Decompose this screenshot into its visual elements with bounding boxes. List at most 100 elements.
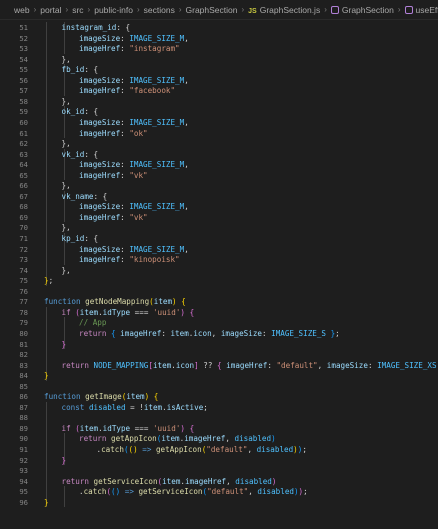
code-line[interactable]: 54},	[0, 54, 438, 65]
breadcrumb-item-symbol[interactable]: GraphSection	[330, 5, 394, 15]
code-line[interactable]: 51 instagram_id: {	[0, 22, 438, 33]
line-number: 78	[19, 307, 28, 317]
code-line[interactable]: 56 imageSize: IMAGE_SIZE_M,	[0, 75, 438, 86]
code-line[interactable]: 60 imageSize: IMAGE_SIZE_M,	[0, 117, 438, 128]
code-text: imageHref: "kinopoisk"	[44, 254, 180, 265]
code-line[interactable]: 90 return getAppIcon(item.imageHref, disa…	[0, 433, 438, 444]
code-line[interactable]: 66},	[0, 180, 438, 191]
code-token: item	[79, 307, 99, 317]
code-line[interactable]: 52 imageSize: IMAGE_SIZE_M,	[0, 33, 438, 44]
code-token: : {	[93, 191, 108, 201]
code-line[interactable]: 80 return { imageHref: item.icon, imageSi…	[0, 328, 438, 339]
code-line[interactable]: 57 imageHref: "facebook"	[0, 85, 438, 96]
code-line[interactable]: 55 fb_id: {	[0, 64, 438, 75]
line-number: 73	[19, 255, 28, 265]
code-line[interactable]: 53 imageHref: "instagram"	[0, 43, 438, 54]
code-line[interactable]: 92}	[0, 455, 438, 466]
code-line[interactable]: 93	[0, 465, 438, 476]
code-line[interactable]: 65 imageHref: "vk"	[0, 170, 438, 181]
line-number: 87	[19, 402, 28, 412]
code-line[interactable]: 82	[0, 349, 438, 360]
code-line[interactable]: 71 kp_id: {	[0, 233, 438, 244]
breadcrumb: web › portal › src › public-info › sections › Grap…	[0, 0, 438, 20]
code-line[interactable]: 96}	[0, 497, 438, 508]
code-line[interactable]: 94 return getServiceIcon(item.imageHref, …	[0, 476, 438, 487]
code-token: : {	[84, 234, 99, 243]
code-line[interactable]: 63 vk_id: {	[0, 149, 438, 160]
code-editor[interactable]: 51 instagram_id: {52 imageSize: IMAGE_SIZE…	[0, 21, 438, 529]
code-token: ;	[203, 402, 208, 412]
breadcrumb-item-folder[interactable]: GraphSection	[186, 5, 238, 15]
code-line[interactable]: 75};	[0, 275, 438, 286]
code-token: vk_name	[61, 191, 94, 201]
code-line[interactable]: 89 if (item.idType === 'uuid') {	[0, 423, 438, 434]
code-text: kp_id: {	[44, 233, 99, 244]
code-token: disabled	[257, 487, 294, 497]
code-token: },	[61, 54, 71, 64]
breadcrumb-item-folder[interactable]: src	[72, 5, 83, 15]
code-line[interactable]: 61 imageHref: "ok"	[0, 128, 438, 139]
code-token: catch	[101, 445, 124, 454]
code-line[interactable]: 58},	[0, 96, 438, 107]
line-number: 59	[19, 107, 28, 117]
code-token: icon	[193, 328, 212, 338]
code-token: getServiceIcon	[138, 487, 203, 497]
code-text: vk_id: {	[44, 149, 99, 160]
line-number: 63	[19, 149, 28, 159]
code-token: {	[153, 392, 159, 402]
code-token: imageHref	[79, 212, 121, 222]
line-number: 93	[19, 466, 28, 476]
code-token: "default"	[207, 487, 249, 497]
code-token: imageSize	[79, 75, 121, 85]
code-line[interactable]: 76	[0, 286, 438, 297]
breadcrumb-item-folder[interactable]: portal	[40, 5, 61, 15]
breadcrumb-item-folder[interactable]: public-info	[94, 5, 133, 15]
code-line[interactable]: 62},	[0, 138, 438, 149]
code-line[interactable]: 95 .catch(() => getServiceIcon("default",…	[0, 486, 438, 497]
code-token: item	[143, 402, 163, 412]
code-line[interactable]: 79 // App	[0, 317, 438, 328]
code-line[interactable]: 83 return NODE_MAPPING[item.icon] ?? { im…	[0, 360, 438, 371]
code-token: :	[120, 117, 130, 127]
code-text: return { imageHref: item.icon, imageSize…	[44, 328, 340, 339]
code-line[interactable]: 91 .catch(() => getAppIcon("default", dis…	[0, 444, 438, 455]
code-line[interactable]: 70},	[0, 222, 438, 233]
chevron-right-icon: ›	[241, 5, 245, 14]
code-line[interactable]: 69 imageHref: "vk"	[0, 212, 438, 223]
breadcrumb-item-folder[interactable]: web	[14, 5, 30, 15]
line-number: 94	[19, 476, 28, 486]
code-line[interactable]: 84}	[0, 370, 438, 381]
code-line[interactable]: 85	[0, 381, 438, 392]
code-line[interactable]: 81}	[0, 339, 438, 350]
code-token: getAppIcon	[111, 434, 157, 444]
code-text: }	[44, 339, 67, 350]
code-token: :	[120, 33, 130, 43]
code-text: // App	[44, 317, 106, 328]
code-line[interactable]: 72 imageSize: IMAGE_SIZE_M,	[0, 244, 438, 255]
line-number: 62	[19, 139, 28, 149]
code-line[interactable]: 78 if (item.idType === 'uuid') {	[0, 307, 438, 318]
code-line[interactable]: 68 imageSize: IMAGE_SIZE_M,	[0, 201, 438, 212]
breadcrumb-item-file[interactable]: JS GraphSection.js	[248, 5, 320, 15]
code-line[interactable]: 86 function getImage(item) {	[0, 391, 438, 402]
breadcrumb-item-symbol[interactable]: useEffec	[404, 5, 438, 15]
code-token: imageHref	[226, 360, 268, 370]
breadcrumb-item-folder[interactable]: sections	[144, 5, 175, 15]
code-token: return	[61, 476, 94, 486]
code-line[interactable]: 67 vk_name: {	[0, 191, 438, 202]
code-token: vk_id	[61, 149, 85, 159]
code-token: IMAGE_SIZE_M	[129, 202, 185, 212]
code-line[interactable]: 88	[0, 412, 438, 423]
code-line[interactable]: 64 imageSize: IMAGE_SIZE_M,	[0, 159, 438, 170]
code-token: ()	[128, 445, 138, 454]
code-token: }	[44, 371, 49, 381]
code-line[interactable]: 59 ok_id: {	[0, 106, 438, 117]
js-file-icon: JS	[248, 7, 257, 15]
code-line[interactable]: 77 function getNodeMapping(item) {	[0, 296, 438, 307]
code-line[interactable]: 87 const disabled = !item.isActive;	[0, 402, 438, 413]
symbol-function-icon	[404, 5, 413, 14]
line-number: 54	[19, 54, 28, 64]
code-line[interactable]: 74},	[0, 265, 438, 276]
code-token: ,	[184, 202, 189, 212]
code-line[interactable]: 73 imageHref: "kinopoisk"	[0, 254, 438, 265]
